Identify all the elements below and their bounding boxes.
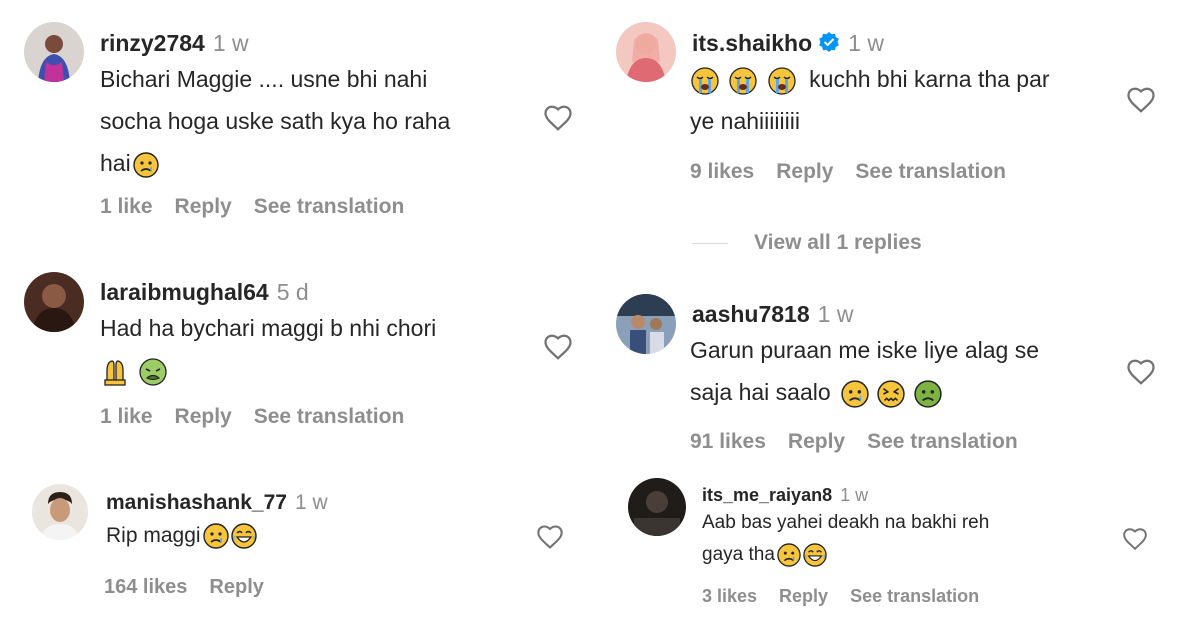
avatar[interactable] <box>24 272 84 332</box>
likes-count[interactable]: 1 like <box>100 195 153 218</box>
likes-count[interactable]: 91 likes <box>690 430 766 453</box>
loudly-crying-emoji <box>690 66 720 96</box>
avatar[interactable] <box>616 294 676 354</box>
likes-count[interactable]: 9 likes <box>690 160 754 183</box>
folded-hands-emoji <box>100 357 130 387</box>
username[interactable]: rinzy2784 <box>100 30 205 56</box>
like-heart-icon[interactable] <box>536 524 564 550</box>
avatar[interactable] <box>616 22 676 82</box>
username[interactable]: laraibmughal64 <box>100 279 269 305</box>
likes-count[interactable]: 3 likes <box>702 586 757 606</box>
likes-count[interactable]: 164 likes <box>104 576 187 598</box>
sad-face-emoji <box>202 523 229 550</box>
reply-button[interactable]: Reply <box>175 405 232 428</box>
confounded-face-emoji <box>877 380 906 408</box>
comment-text: Bichari Maggie .... usne bhi nahi socha … <box>100 66 451 178</box>
comment-text: Garun puraan me iske liye alag se saja h… <box>690 329 1120 413</box>
see-translation-link[interactable]: See translation <box>254 195 405 218</box>
reply-button[interactable]: Reply <box>175 195 232 218</box>
verified-badge-icon <box>818 31 840 59</box>
sad-face-emoji <box>133 152 159 178</box>
replies-divider <box>692 242 728 244</box>
reply-button[interactable]: Reply <box>209 576 263 598</box>
reply-button[interactable]: Reply <box>776 160 833 183</box>
like-heart-icon[interactable] <box>1126 358 1156 386</box>
laughing-tears-emoji <box>803 543 827 567</box>
username[interactable]: its.shaikho <box>692 30 812 56</box>
like-heart-icon[interactable] <box>543 333 573 361</box>
like-heart-icon[interactable] <box>1122 527 1148 551</box>
comment-text: kuchh bhi karna tha par ye nahiiiiiiii <box>690 66 1050 134</box>
comment-text: Rip maggi <box>106 518 526 554</box>
view-replies-button[interactable]: View all 1 replies <box>692 231 922 255</box>
timestamp[interactable]: 1 w <box>848 30 884 56</box>
see-translation-link[interactable]: See translation <box>850 586 979 606</box>
like-heart-icon[interactable] <box>543 104 573 132</box>
avatar[interactable] <box>628 478 686 536</box>
comment-text: Aab bas yahei deakh na bakhi reh gaya th… <box>702 512 990 567</box>
timestamp[interactable]: 1 w <box>213 30 249 56</box>
timestamp[interactable]: 1 w <box>295 491 328 514</box>
username[interactable]: aashu7818 <box>692 301 810 327</box>
timestamp[interactable]: 5 d <box>277 279 309 305</box>
sad-face-emoji <box>841 380 869 408</box>
timestamp[interactable]: 1 w <box>840 485 868 505</box>
username[interactable]: manishashank_77 <box>106 491 287 514</box>
laughing-tears-emoji <box>230 523 257 550</box>
nauseated-face-emoji <box>914 380 942 408</box>
loudly-crying-emoji <box>767 66 797 96</box>
avatar[interactable] <box>32 484 88 540</box>
see-translation-link[interactable]: See translation <box>855 160 1006 183</box>
username[interactable]: its_me_raiyan8 <box>702 485 832 505</box>
sad-face-emoji <box>777 543 801 567</box>
reply-button[interactable]: Reply <box>788 430 845 453</box>
comment-text: Had ha bychari maggi b nhi chori <box>100 307 530 391</box>
like-heart-icon[interactable] <box>1126 86 1156 114</box>
see-translation-link[interactable]: See translation <box>867 430 1018 453</box>
timestamp[interactable]: 1 w <box>818 301 854 327</box>
reply-button[interactable]: Reply <box>779 586 828 606</box>
loudly-crying-emoji <box>728 66 758 96</box>
avatar[interactable] <box>24 22 84 82</box>
likes-count[interactable]: 1 like <box>100 405 153 428</box>
nauseated-face-emoji <box>138 357 168 387</box>
see-translation-link[interactable]: See translation <box>254 405 405 428</box>
